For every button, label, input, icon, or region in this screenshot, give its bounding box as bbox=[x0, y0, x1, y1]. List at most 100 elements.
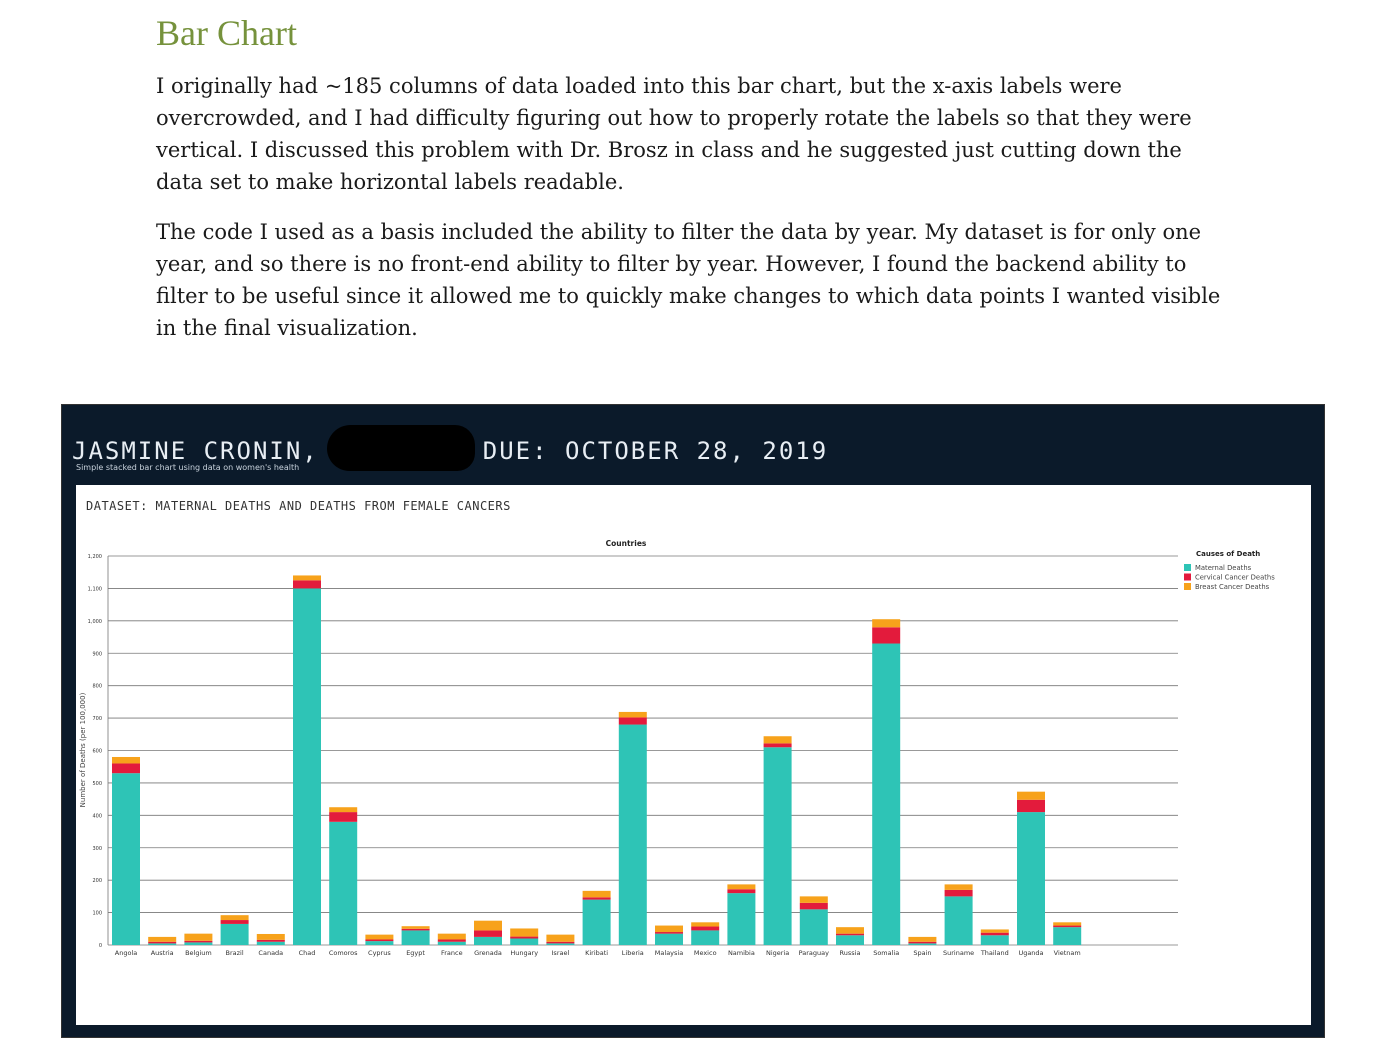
bar-maternal-deaths bbox=[582, 899, 611, 945]
bar-breast-cancer-deaths bbox=[220, 915, 249, 921]
bar-cervical-cancer-deaths bbox=[401, 928, 430, 931]
bar-cervical-cancer-deaths bbox=[655, 932, 683, 934]
bar-breast-cancer-deaths bbox=[256, 933, 285, 940]
bar-breast-cancer-deaths bbox=[510, 928, 539, 937]
app-title-due: DUE: OCTOBER 28, 2019 bbox=[482, 437, 829, 465]
bar-breast-cancer-deaths bbox=[546, 934, 575, 942]
bar-maternal-deaths bbox=[474, 936, 502, 945]
bar-cervical-cancer-deaths bbox=[980, 932, 1009, 936]
y-tick-label: 200 bbox=[92, 878, 102, 884]
bar-cervical-cancer-deaths bbox=[799, 902, 828, 910]
x-tick-label: Suriname bbox=[943, 949, 974, 957]
bar-cervical-cancer-deaths bbox=[474, 930, 502, 937]
bar-maternal-deaths bbox=[944, 896, 973, 945]
bar-breast-cancer-deaths bbox=[401, 926, 430, 929]
chart-app-screenshot: JASMINE CRONIN, DUE: OCTOBER 28, 2019 Sim… bbox=[61, 404, 1325, 1038]
bar-maternal-deaths bbox=[763, 747, 792, 945]
bar-breast-cancer-deaths bbox=[1017, 791, 1045, 800]
bar-breast-cancer-deaths bbox=[908, 936, 937, 942]
bar-maternal-deaths bbox=[365, 941, 394, 945]
bar-cervical-cancer-deaths bbox=[1017, 799, 1045, 813]
x-tick-label: Chad bbox=[299, 949, 316, 957]
bar-maternal-deaths bbox=[727, 893, 756, 945]
bar-breast-cancer-deaths bbox=[655, 925, 683, 933]
bar-maternal-deaths bbox=[293, 588, 321, 945]
bar-cervical-cancer-deaths bbox=[220, 920, 249, 924]
bar-breast-cancer-deaths bbox=[474, 920, 502, 931]
bar-maternal-deaths bbox=[1053, 927, 1082, 945]
paragraph-2: The code I used as a basis included the … bbox=[156, 220, 1221, 340]
x-tick-label: Namibia bbox=[728, 949, 755, 957]
bar-breast-cancer-deaths bbox=[1053, 922, 1082, 926]
bar-maternal-deaths bbox=[1017, 812, 1045, 945]
legend-title: Causes of Death bbox=[1196, 550, 1260, 558]
bar-breast-cancer-deaths bbox=[836, 927, 864, 934]
bar-breast-cancer-deaths bbox=[437, 933, 466, 940]
y-tick-label: 900 bbox=[92, 651, 102, 657]
legend-label: Breast Cancer Deaths bbox=[1195, 583, 1270, 591]
bar-maternal-deaths bbox=[691, 930, 720, 945]
bar-maternal-deaths bbox=[329, 821, 358, 945]
bar-maternal-deaths bbox=[655, 933, 683, 945]
legend-label: Maternal Deaths bbox=[1195, 564, 1252, 572]
bar-maternal-deaths bbox=[220, 923, 249, 945]
x-tick-label: Hungary bbox=[510, 949, 538, 957]
x-tick-label: Russia bbox=[840, 949, 861, 957]
bar-cervical-cancer-deaths bbox=[582, 897, 611, 900]
x-tick-label: Thailand bbox=[980, 949, 1009, 957]
x-tick-label: Liberia bbox=[622, 949, 644, 957]
x-tick-label: Mexico bbox=[694, 949, 717, 957]
bar-maternal-deaths bbox=[836, 935, 864, 945]
x-tick-label: Egypt bbox=[406, 949, 425, 957]
bar-breast-cancer-deaths bbox=[980, 929, 1009, 933]
y-tick-label: 0 bbox=[99, 943, 102, 949]
bar-cervical-cancer-deaths bbox=[872, 627, 901, 644]
bar-maternal-deaths bbox=[510, 938, 539, 945]
bar-cervical-cancer-deaths bbox=[691, 926, 720, 931]
x-tick-label: Canada bbox=[258, 949, 283, 957]
bar-maternal-deaths bbox=[256, 941, 285, 945]
bar-breast-cancer-deaths bbox=[184, 933, 213, 941]
bar-cervical-cancer-deaths bbox=[546, 941, 575, 944]
bar-cervical-cancer-deaths bbox=[836, 933, 864, 936]
x-tick-label: Vietnam bbox=[1054, 949, 1081, 957]
bar-breast-cancer-deaths bbox=[329, 807, 358, 813]
legend-swatch bbox=[1184, 583, 1191, 590]
bar-breast-cancer-deaths bbox=[691, 922, 720, 927]
bar-cervical-cancer-deaths bbox=[510, 936, 539, 939]
bar-maternal-deaths bbox=[401, 930, 430, 945]
bar-maternal-deaths bbox=[980, 935, 1009, 945]
y-tick-label: 1,100 bbox=[88, 586, 102, 592]
document-title: Bar Chart bbox=[156, 13, 297, 53]
bar-cervical-cancer-deaths bbox=[329, 812, 358, 822]
redaction-blot bbox=[326, 425, 475, 471]
bar-maternal-deaths bbox=[148, 943, 177, 945]
bar-breast-cancer-deaths bbox=[727, 884, 756, 890]
x-tick-label: Nigeria bbox=[766, 949, 789, 957]
chart-title: Countries bbox=[606, 539, 647, 548]
bar-breast-cancer-deaths bbox=[112, 756, 140, 764]
x-tick-label: Paraguay bbox=[799, 949, 829, 957]
bar-maternal-deaths bbox=[908, 943, 937, 945]
bar-maternal-deaths bbox=[872, 643, 901, 945]
bar-breast-cancer-deaths bbox=[618, 711, 647, 718]
x-tick-label: Israel bbox=[552, 949, 570, 957]
paragraph-1: I originally had ~185 columns of data lo… bbox=[156, 74, 1192, 194]
x-tick-label: Somalia bbox=[873, 949, 899, 957]
x-tick-label: Malaysia bbox=[655, 949, 683, 957]
bar-breast-cancer-deaths bbox=[365, 934, 394, 940]
bar-breast-cancer-deaths bbox=[293, 575, 321, 581]
bar-cervical-cancer-deaths bbox=[1053, 925, 1082, 928]
x-tick-label: Cyprus bbox=[368, 949, 391, 957]
bar-breast-cancer-deaths bbox=[582, 890, 611, 898]
x-tick-label: Austria bbox=[151, 949, 174, 957]
app-title-name: JASMINE CRONIN, bbox=[72, 437, 319, 465]
bar-cervical-cancer-deaths bbox=[763, 743, 792, 748]
x-tick-label: Angola bbox=[115, 949, 137, 957]
y-tick-label: 100 bbox=[92, 911, 102, 917]
x-tick-label: Kiribati bbox=[585, 949, 608, 957]
bar-maternal-deaths bbox=[799, 909, 828, 945]
bar-cervical-cancer-deaths bbox=[944, 889, 973, 897]
app-subtitle: Simple stacked bar chart using data on w… bbox=[76, 463, 300, 472]
legend-swatch bbox=[1184, 573, 1191, 581]
